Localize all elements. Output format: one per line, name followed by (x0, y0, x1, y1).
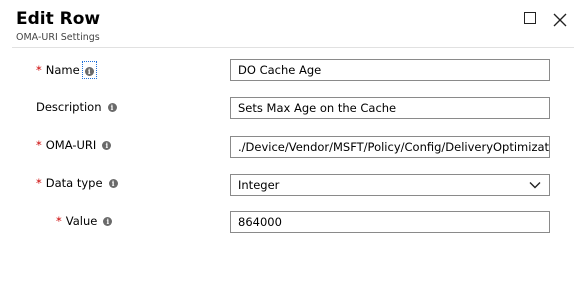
info-icon[interactable]: i (107, 102, 117, 112)
value-input[interactable]: 864000 (230, 211, 550, 233)
info-icon[interactable]: i (102, 140, 112, 150)
oma-uri-input[interactable]: ./Device/Vendor/MSFT/Policy/Config/Deliv… (230, 136, 550, 158)
description-label: Description i (36, 100, 117, 114)
value-label-text: Value (65, 214, 98, 228)
name-label: * Name i (36, 61, 97, 79)
info-icon[interactable]: i (108, 178, 118, 188)
panel-subtitle: OMA-URI Settings (16, 32, 100, 43)
description-input[interactable]: Sets Max Age on the Cache (230, 97, 550, 119)
required-marker: * (36, 176, 42, 190)
data-type-label: * Data type i (36, 176, 118, 190)
required-marker: * (56, 214, 62, 228)
required-marker: * (36, 63, 42, 77)
maximize-icon (524, 12, 536, 24)
panel-header: Edit Row OMA-URI Settings (0, 0, 588, 50)
oma-uri-label-text: OMA-URI (45, 138, 97, 152)
name-input[interactable]: DO Cache Age (230, 59, 550, 81)
panel-title: Edit Row (16, 9, 101, 29)
value-label: * Value i (56, 214, 113, 228)
oma-uri-label: * OMA-URI i (36, 138, 112, 152)
header-divider (12, 47, 574, 48)
description-label-text: Description (36, 100, 102, 114)
name-label-text: Name (45, 63, 80, 77)
info-icon[interactable]: i (103, 216, 113, 226)
data-type-selected-value: Integer (238, 178, 280, 192)
name-row: * Name i DO Cache Age (0, 59, 588, 86)
maximize-button[interactable] (524, 12, 538, 26)
data-type-select[interactable]: Integer (230, 174, 550, 196)
oma-uri-row: * OMA-URI i ./Device/Vendor/MSFT/Policy/… (0, 136, 588, 162)
data-type-label-text: Data type (45, 176, 103, 190)
edit-row-panel: Edit Row OMA-URI Settings * Name i DO Ca… (0, 0, 588, 281)
name-info-button[interactable]: i (81, 61, 97, 79)
value-row: * Value i 864000 (0, 211, 588, 238)
chevron-down-icon (529, 182, 541, 189)
description-row: Description i Sets Max Age on the Cache (0, 97, 588, 124)
data-type-row: * Data type i Integer (0, 174, 588, 200)
info-icon: i (84, 67, 94, 76)
close-icon (553, 13, 567, 27)
close-button[interactable] (553, 12, 567, 27)
required-marker: * (36, 138, 42, 152)
